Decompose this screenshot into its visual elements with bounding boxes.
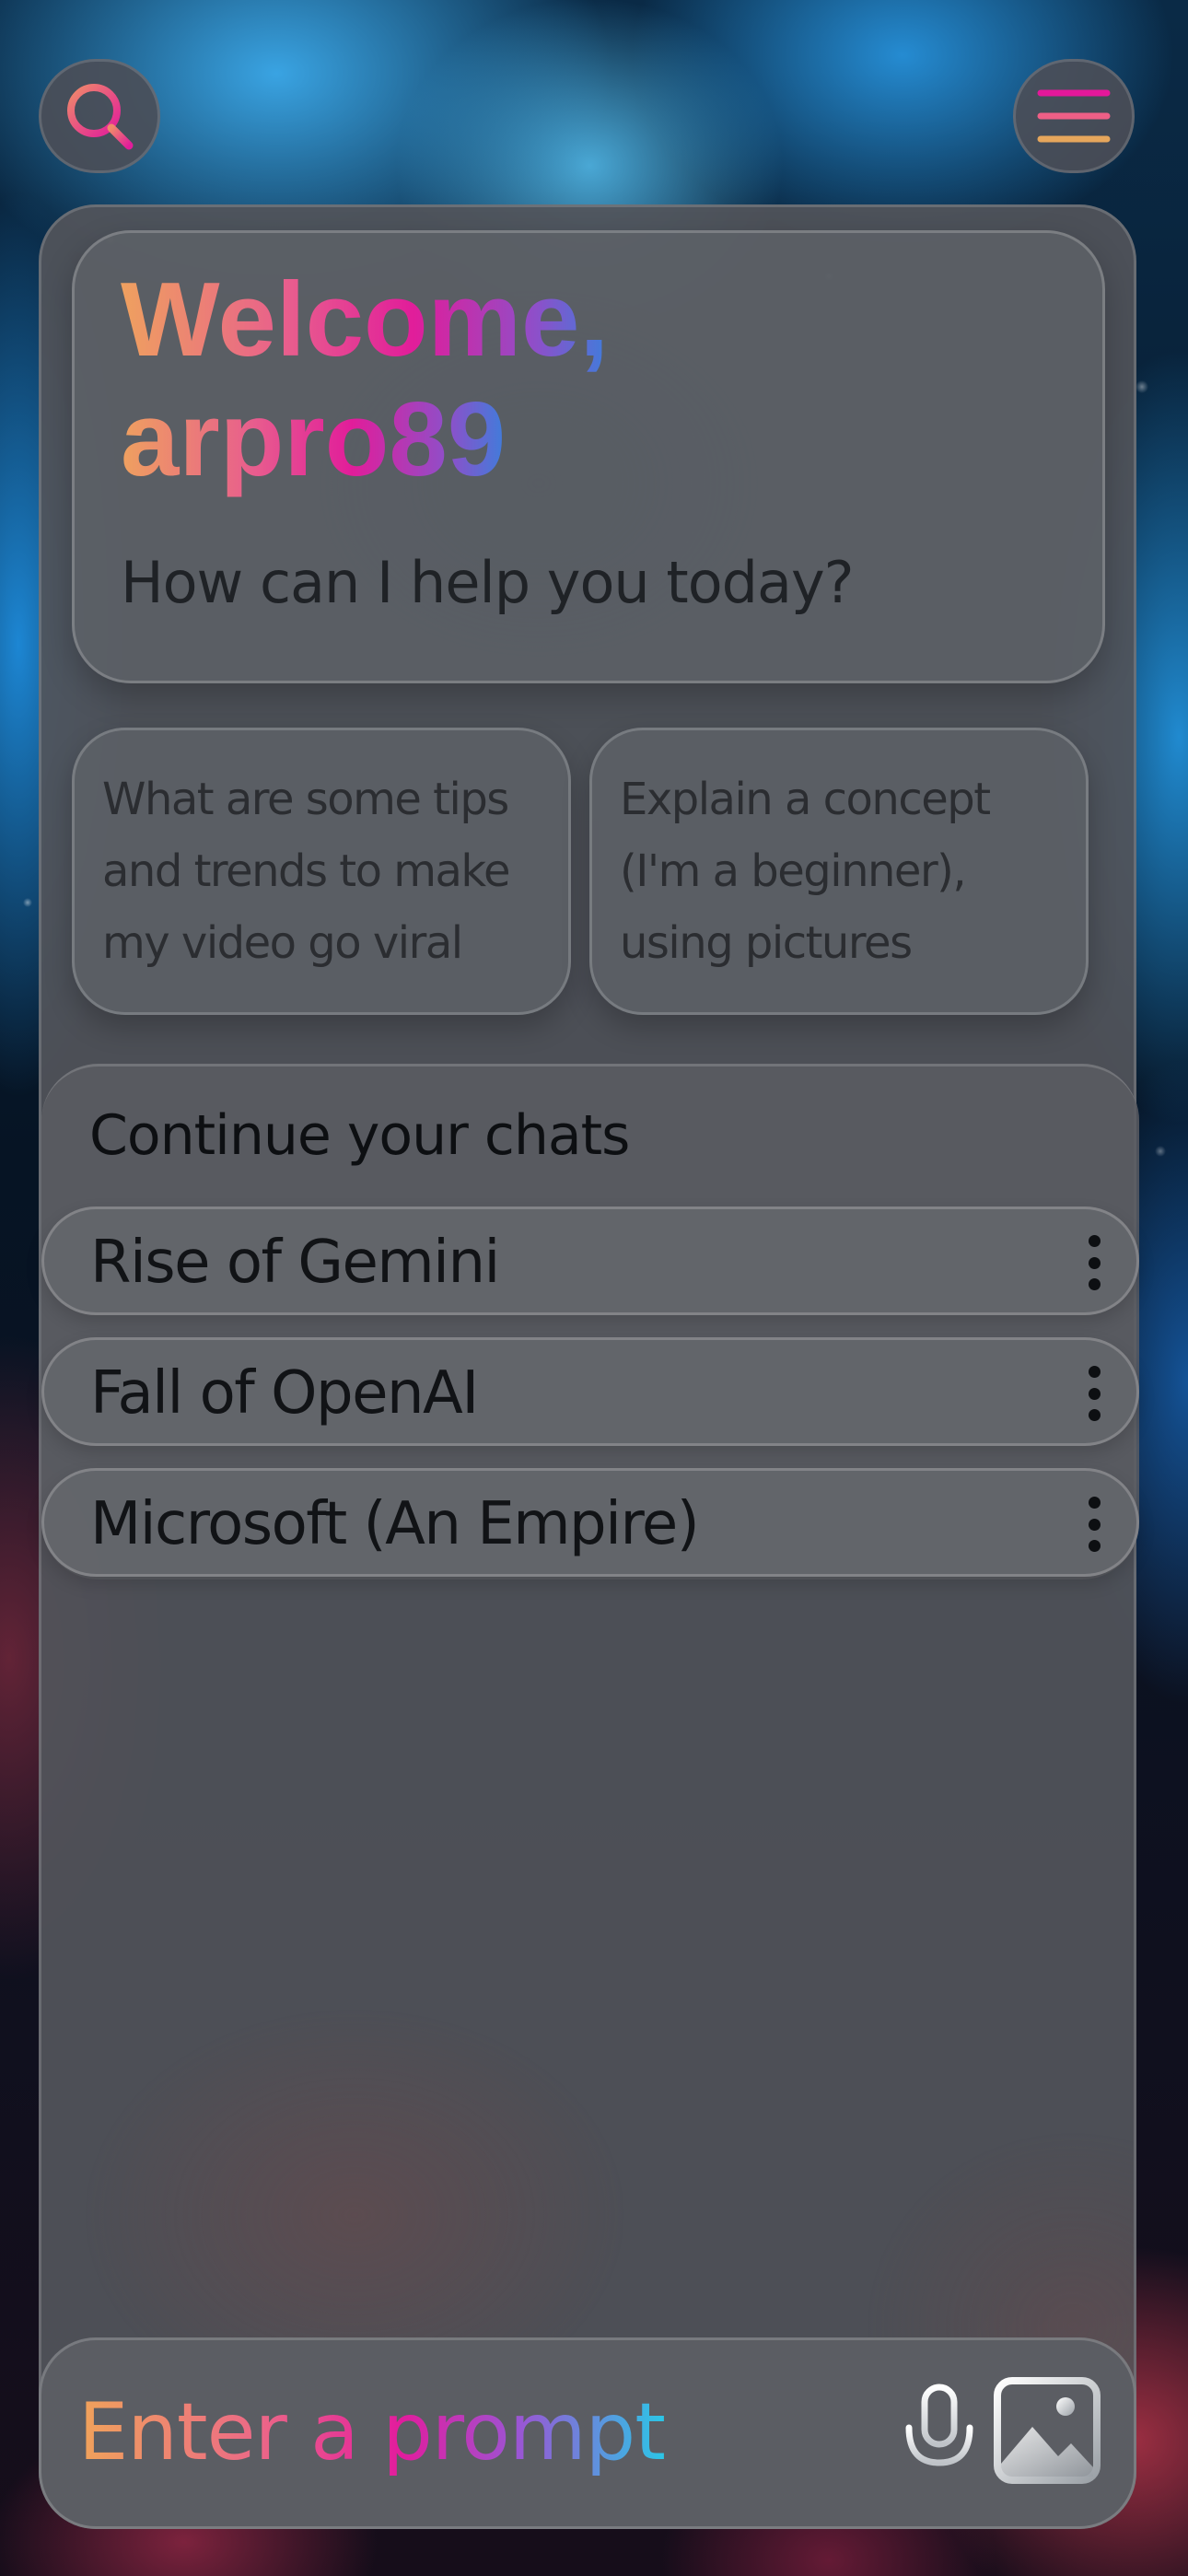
welcome-heading: Welcome, (121, 262, 610, 379)
microphone-icon (905, 2384, 973, 2489)
welcome-card: Welcome, arpro89 How can I help you toda… (72, 230, 1105, 683)
more-vertical-icon[interactable] (1083, 1497, 1105, 1552)
continue-chats-section: Continue your chats Rise of Gemini Fall … (41, 1064, 1139, 1579)
menu-icon (1037, 89, 1111, 143)
chats-section-title: Continue your chats (89, 1103, 630, 1168)
chat-item-label: Fall of OpenAI (90, 1359, 479, 1428)
chat-item-rise-of-gemini[interactable]: Rise of Gemini (41, 1206, 1139, 1315)
microphone-button[interactable] (889, 2377, 990, 2497)
chat-item-microsoft[interactable]: Microsoft (An Empire) (41, 1468, 1139, 1577)
more-vertical-icon[interactable] (1083, 1235, 1105, 1290)
more-vertical-icon[interactable] (1083, 1366, 1105, 1421)
search-icon (67, 84, 134, 150)
suggestion-text: What are some tips and trends to make my… (102, 774, 510, 969)
menu-button[interactable] (1013, 59, 1135, 173)
chat-item-label: Microsoft (An Empire) (90, 1490, 700, 1558)
prompt-input[interactable]: Enter a prompt (78, 2386, 666, 2478)
chat-item-label: Rise of Gemini (90, 1229, 500, 1297)
image-upload-button[interactable] (990, 2373, 1104, 2488)
welcome-subtitle: How can I help you today? (121, 549, 855, 616)
suggestion-card-viral-video[interactable]: What are some tips and trends to make my… (72, 728, 571, 1015)
image-icon (994, 2377, 1101, 2484)
suggestion-card-explain-concept[interactable]: Explain a concept (I'm a beginner), usin… (589, 728, 1089, 1015)
prompt-bar: Enter a prompt (39, 2337, 1136, 2529)
chat-item-fall-of-openai[interactable]: Fall of OpenAI (41, 1337, 1139, 1446)
search-button[interactable] (39, 59, 160, 173)
username-heading: arpro89 (121, 381, 507, 498)
suggestion-text: Explain a concept (I'm a beginner), usin… (620, 774, 991, 969)
